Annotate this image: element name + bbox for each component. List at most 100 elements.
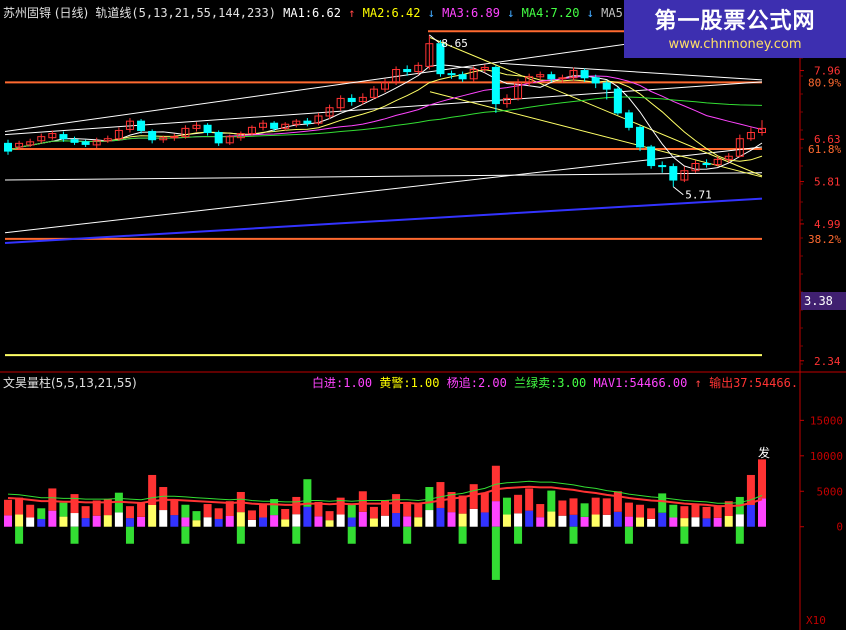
- volume-bar-upper: [358, 491, 367, 512]
- volume-bar-lower: [181, 517, 190, 527]
- volume-bar-lower: [4, 515, 12, 527]
- volume-bar-lower: [735, 514, 744, 527]
- volume-bar-lower: [236, 512, 245, 527]
- volume-bar-lower: [702, 518, 711, 527]
- volume-bar-lower: [613, 511, 622, 527]
- volume-bar-lower: [491, 501, 500, 527]
- volume-bar-lower: [691, 517, 700, 527]
- volume-bar-upper: [259, 504, 268, 518]
- stock-title: 苏州固锝 (日线): [3, 6, 89, 20]
- candle-body: [602, 82, 611, 90]
- volume-bar-lower: [92, 515, 101, 527]
- signal-label: 发: [758, 445, 770, 460]
- volume-bar-upper: [569, 498, 578, 515]
- annotation-arrow-1: [672, 186, 684, 196]
- volume-bar-negative: [125, 526, 134, 544]
- candle-body: [591, 77, 600, 84]
- volume-bar-lower: [658, 512, 667, 527]
- ma4-label: MA4:7.20: [521, 6, 580, 20]
- indicator-name: 轨道线(5,13,21,55,144,233): [95, 6, 276, 20]
- volume-bar-upper: [480, 492, 489, 513]
- candle-body: [403, 69, 412, 73]
- candle-body: [580, 70, 589, 79]
- volume-bar-lower: [270, 515, 279, 527]
- vol-item-2: 杨追:2.00: [446, 376, 507, 390]
- volume-bar-lower: [192, 520, 201, 527]
- volume-bar-lower: [580, 516, 589, 527]
- candle-body: [137, 120, 146, 131]
- volume-bar-upper: [414, 504, 423, 518]
- volume-bar-upper: [624, 502, 633, 517]
- candle-body: [214, 132, 223, 144]
- volume-bar-upper: [636, 504, 645, 518]
- vol-item-0: 白进:1.00: [312, 376, 373, 390]
- annotation-arrow-0: [429, 34, 440, 44]
- volume-bar-upper: [658, 493, 667, 513]
- volume-bar-upper: [547, 490, 556, 512]
- vol-multiplier-label: X10: [806, 614, 826, 627]
- volume-bar-lower: [37, 518, 46, 527]
- vol-tick-label-1: 10000: [810, 450, 843, 463]
- volume-bar-lower: [525, 510, 534, 527]
- volume-bar-lower: [514, 513, 523, 527]
- price-tick-label-2: 5.81: [814, 176, 841, 189]
- volume-bar-lower: [358, 511, 367, 527]
- stock-header: 苏州固锝 (日线) 轨道线(5,13,21,55,144,233) MA1:6.…: [3, 6, 645, 20]
- ma-long-line: [4, 197, 763, 245]
- candle-body: [647, 146, 656, 167]
- logo-title: 第一股票公式网: [654, 9, 816, 34]
- volume-bar-upper: [580, 503, 589, 517]
- volume-bar-lower: [392, 513, 401, 527]
- volume-bar-lower: [148, 504, 157, 527]
- ma3-label: MA3:6.89: [442, 6, 500, 20]
- volume-bar-upper: [536, 504, 545, 518]
- volume-bar-upper: [514, 494, 523, 514]
- volume-bar-lower: [159, 510, 168, 527]
- volume-bar-upper: [325, 511, 334, 521]
- volume-bar-lower: [436, 507, 445, 527]
- volume-bar-lower: [536, 517, 545, 527]
- volume-bar-lower: [669, 517, 678, 527]
- volume-bar-negative: [569, 526, 578, 544]
- candle-body: [303, 120, 312, 124]
- candle-body: [636, 126, 645, 148]
- volume-bar-lower: [458, 513, 467, 527]
- annotation-label-1: 5.71: [685, 189, 712, 202]
- vol-tick-label-2: 5000: [817, 485, 844, 498]
- volume-bar-negative: [347, 526, 356, 544]
- volume-bar-lower: [81, 518, 90, 527]
- volume-bar-lower: [602, 514, 611, 527]
- volume-bar-lower: [447, 512, 456, 527]
- volume-bar-upper: [203, 504, 212, 518]
- price-tick-label-4: 2.34: [814, 355, 841, 368]
- candle-body: [447, 73, 456, 76]
- volume-bar-negative: [514, 526, 523, 544]
- candle-body: [4, 142, 12, 152]
- candle-body: [203, 124, 212, 134]
- vol-tick-label-3: 0: [836, 521, 843, 534]
- candle-body: [81, 141, 90, 145]
- volume-bar-lower: [381, 515, 389, 527]
- volume-bar-lower: [369, 518, 378, 527]
- vol-item-5: 输出37:54466.: [709, 376, 799, 390]
- candle-body: [347, 97, 356, 103]
- volume-bar-lower: [469, 508, 478, 527]
- volume-bar-upper: [525, 488, 534, 511]
- volume-bar-lower: [281, 519, 290, 527]
- volume-bar-lower: [480, 512, 489, 527]
- volume-bar-upper: [81, 506, 90, 519]
- ma1-label: MA1:6.62: [283, 6, 341, 20]
- channel-flat: [4, 172, 763, 181]
- volume-bar-lower: [325, 520, 334, 527]
- volume-bar-lower: [114, 512, 123, 527]
- volume-bar-lower: [170, 515, 179, 527]
- trend-down-1: [429, 37, 763, 177]
- volume-bar-upper: [4, 499, 12, 516]
- candle-body: [702, 162, 711, 166]
- volume-bar-lower: [502, 514, 511, 527]
- price-tick-label-3: 4.99: [814, 218, 841, 231]
- volume-bar-lower: [347, 517, 356, 527]
- volume-bar-negative: [15, 526, 24, 544]
- volume-bar-upper: [15, 497, 24, 515]
- fib-label-0: 80.9%: [808, 76, 841, 89]
